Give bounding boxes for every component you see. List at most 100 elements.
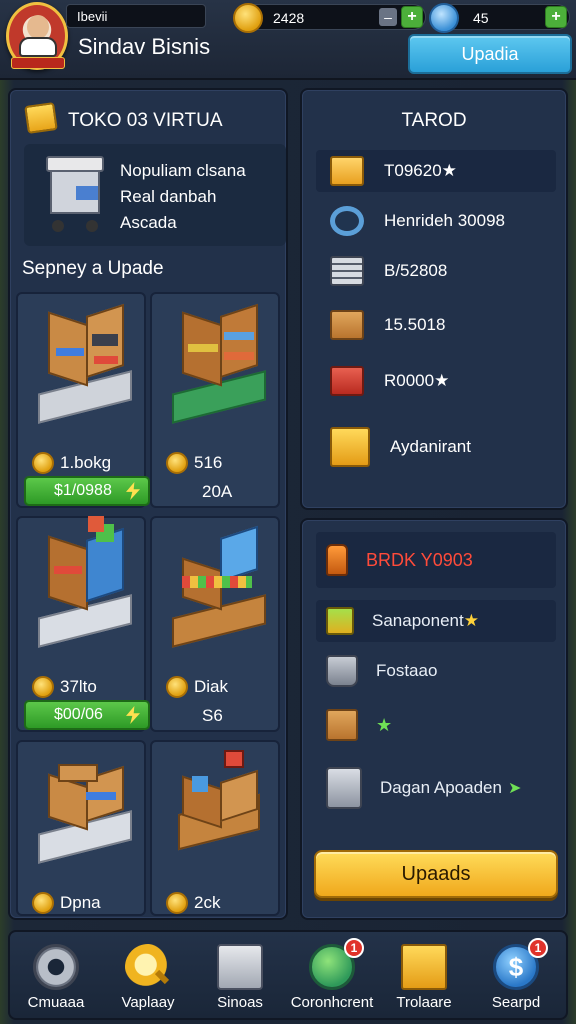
crate-icon <box>330 310 364 340</box>
nav-label: Cmuaaa <box>27 994 85 1011</box>
offer-upgrade-button[interactable]: Upaads <box>314 850 558 898</box>
shop-info-line: Nopuliam clsana <box>120 161 246 180</box>
stats-row-text: 15.5018 <box>384 315 446 334</box>
gear-icon <box>33 944 79 990</box>
nav-item-store[interactable]: Sinoas <box>194 938 286 1018</box>
item-price: Diak <box>166 676 228 698</box>
stats-row-text: B/52808 <box>384 261 448 280</box>
stats-row-text: R0000 <box>384 371 435 390</box>
item-price-value: Diak <box>194 677 229 696</box>
bookshelf-icon <box>172 303 266 424</box>
stats-row[interactable]: B/52808 <box>316 250 556 292</box>
gem-value: 45 <box>473 10 489 26</box>
shop-item-card[interactable]: 1.bokg $1/0988 <box>16 292 150 508</box>
display-counter-icon <box>38 516 132 648</box>
offer-row[interactable]: ★ <box>316 704 556 746</box>
nav-label: Sinoas <box>217 994 263 1011</box>
item-price-value: Dpna <box>60 893 101 912</box>
shop-item-card[interactable]: Diak S6 <box>150 516 280 732</box>
coin-icon <box>32 676 54 698</box>
coin-icon <box>166 676 188 698</box>
nav-label: Coronhcrent <box>290 994 374 1011</box>
player-name: Ibevii <box>66 4 206 28</box>
star-icon: ★ <box>441 161 457 180</box>
stats-row-text: Henrideh 30098 <box>384 211 505 230</box>
stack-icon <box>330 256 364 286</box>
shop-info-line: Ascada <box>120 213 177 232</box>
shop-info-line: Real danbah <box>120 187 217 206</box>
player-avatar[interactable] <box>6 2 68 70</box>
offer-row-text: Sanaponent <box>372 611 464 630</box>
stats-row[interactable]: Aydanirant <box>316 426 556 468</box>
offer-panel: BRDK Y0903 Sanaponent ★ Fostaao ★ Dagan A… <box>300 518 568 920</box>
store-icon <box>217 944 263 990</box>
coin-icon <box>32 892 54 914</box>
produce-stand-icon <box>172 525 266 648</box>
storage-crates-icon <box>172 750 266 862</box>
item-sub-value: S6 <box>202 706 223 725</box>
shop-info-text: Nopuliam clsana Real danbah Ascada <box>120 158 246 236</box>
stats-panel-title: TAROD <box>401 110 467 131</box>
nav-label: Searpd <box>491 994 541 1011</box>
offer-row-text: Dagan Apoaden <box>380 778 502 797</box>
ring-icon <box>330 206 364 236</box>
notification-badge: 1 <box>528 938 548 958</box>
coin-icon <box>233 3 263 33</box>
gem-plus-button[interactable]: + <box>545 6 567 28</box>
shop-item-card[interactable]: 37lto $00/06 <box>16 516 150 732</box>
arrow-icon: ➤ <box>507 780 522 797</box>
avatar-body <box>19 37 57 57</box>
avatar-face <box>27 15 49 39</box>
offer-row[interactable]: Dagan Apoaden ➤ <box>316 764 556 812</box>
top-upgrade-button[interactable]: Upadia <box>408 34 572 74</box>
gift-icon <box>401 944 447 990</box>
coin-minus-button[interactable]: – <box>379 8 397 26</box>
crate-icon <box>326 709 358 741</box>
nav-item-settings[interactable]: Cmuaaa <box>10 938 102 1018</box>
cardboard-box-icon <box>38 752 132 864</box>
shop-title: TOKO 03 VIRTUA <box>68 110 223 131</box>
star-icon: ★ <box>434 371 450 390</box>
item-price-value: 516 <box>194 453 223 472</box>
bolt-icon <box>126 482 140 500</box>
coin-icon <box>32 452 54 474</box>
nav-label: Trolaare <box>396 994 452 1011</box>
buy-button[interactable]: $1/0988 <box>24 476 150 506</box>
nav-item-globe[interactable]: 1 Coronhcrent <box>286 938 378 1018</box>
stats-row-text: T09620 <box>384 161 442 180</box>
nav-item-gifts[interactable]: Trolaare <box>378 938 470 1018</box>
item-price: Dpna <box>32 892 101 914</box>
pot-icon <box>326 655 358 687</box>
shop-item-card[interactable]: 2ck <box>150 740 280 916</box>
search-icon <box>125 944 171 990</box>
offer-header: BRDK Y0903 <box>316 532 556 588</box>
bottom-nav: Cmuaaa Vaplaay Sinoas 1 Coronhcrent Trol… <box>8 930 568 1020</box>
business-name: Sindav Bisnis <box>78 34 211 59</box>
star-icon: ★ <box>463 611 479 630</box>
shop-icon <box>24 102 58 134</box>
bin-icon <box>326 767 362 809</box>
coin-plus-button[interactable]: + <box>401 6 423 28</box>
nav-item-search[interactable]: Vaplaay <box>102 938 194 1018</box>
offer-row-text: Fostaao <box>376 661 438 680</box>
item-price: 2ck <box>166 892 220 914</box>
shop-item-card[interactable]: 516 20A <box>150 292 280 508</box>
item-price: 1.bokg <box>32 452 111 474</box>
nav-item-shield[interactable]: $ 1 Searpd <box>470 938 562 1018</box>
stats-panel: TAROD T09620 ★ Henrideh 30098 B/52808 15.… <box>300 88 568 510</box>
green-star-icon: ★ <box>376 714 393 735</box>
stats-row[interactable]: T09620 ★ <box>316 150 556 192</box>
buy-button[interactable]: $00/06 <box>24 700 150 730</box>
stats-row[interactable]: Henrideh 30098 <box>316 200 556 242</box>
shelf-unit-icon <box>38 303 132 424</box>
offer-row[interactable]: Fostaao <box>316 650 556 692</box>
offer-row[interactable]: Sanaponent ★ <box>316 600 556 642</box>
stats-row[interactable]: R0000 ★ <box>316 360 556 402</box>
stats-row[interactable]: 15.5018 <box>316 304 556 346</box>
red-box-icon <box>330 366 364 396</box>
upgrade-section-label: Sepney a Upade <box>22 258 164 279</box>
nav-label: Vaplaay <box>121 994 175 1011</box>
top-bar: Ibevii Sindav Bisnis 2428 – + 45 + Upadi… <box>0 0 576 80</box>
shop-item-card[interactable]: Dpna <box>16 740 146 916</box>
avatar-ribbon <box>11 57 65 69</box>
